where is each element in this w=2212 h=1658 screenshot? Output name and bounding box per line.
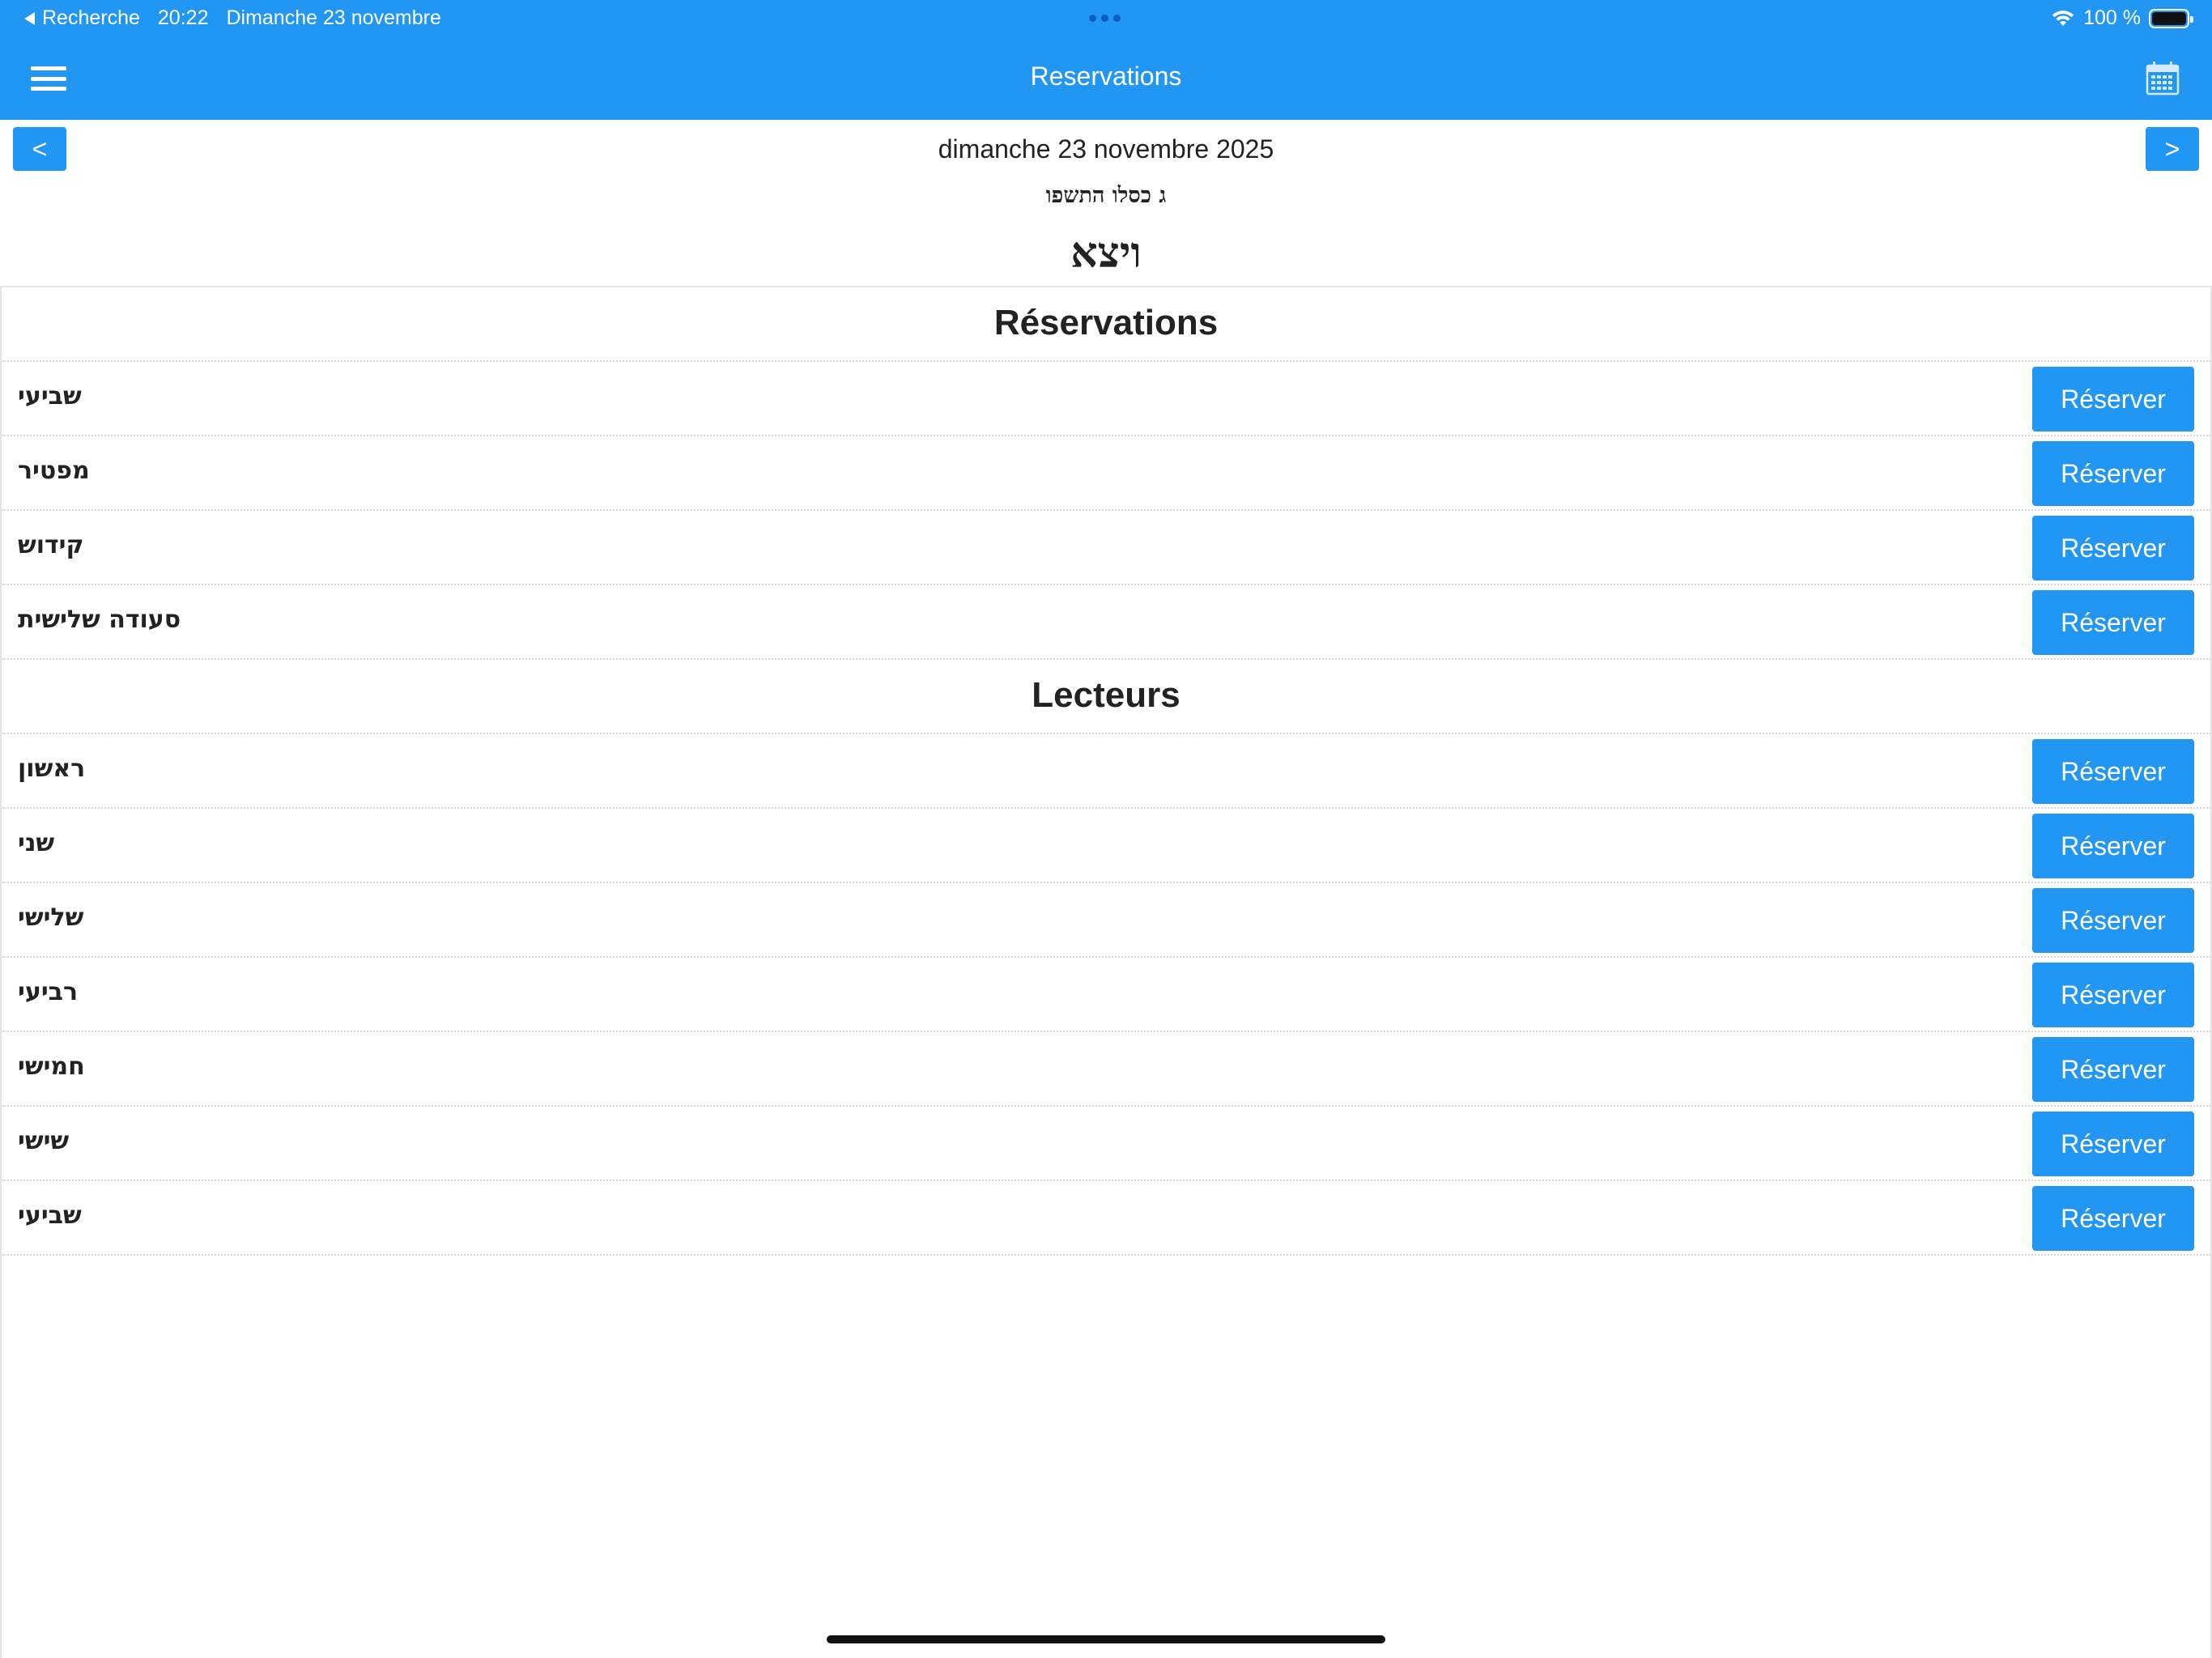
reserve-button[interactable]: Réserver — [2032, 1112, 2194, 1176]
reservations-panel: Réservations שביעי Réserver מפטיר Réserv… — [0, 286, 2212, 1658]
app-header: Recherche 20:22 Dimanche 23 novembre 100… — [0, 0, 2212, 120]
reserve-button[interactable]: Réserver — [2032, 516, 2194, 580]
list-item: רביעי Réserver — [2, 958, 2210, 1032]
list-item: שביעי Réserver — [2, 1181, 2210, 1256]
gregorian-date: dimanche 23 novembre 2025 — [938, 134, 1274, 164]
list-item: סעודה שלישית Réserver — [2, 585, 2210, 660]
reserve-button[interactable]: Réserver — [2032, 888, 2194, 953]
list-item: שביעי Réserver — [2, 362, 2210, 436]
item-label: שביעי — [18, 1201, 82, 1230]
battery-percent: 100 % — [2083, 6, 2141, 29]
item-label: שני — [18, 829, 55, 857]
reserve-button[interactable]: Réserver — [2032, 814, 2194, 878]
wifi-icon — [2052, 10, 2074, 26]
list-item: שלישי Réserver — [2, 883, 2210, 958]
section-title-lecteurs: Lecteurs — [2, 660, 2210, 734]
back-triangle-icon — [24, 11, 35, 25]
status-right: 100 % — [2051, 6, 2193, 30]
list-item: מפטיר Réserver — [2, 436, 2210, 511]
status-time: 20:22 — [157, 6, 209, 29]
item-label: סעודה שלישית — [18, 606, 181, 634]
item-label: מפטיר — [18, 457, 90, 485]
status-left: Recherche 20:22 Dimanche 23 novembre — [24, 6, 441, 30]
parasha-title: ויצא — [1070, 228, 1142, 278]
status-bar: Recherche 20:22 Dimanche 23 novembre 100… — [0, 0, 2212, 37]
item-label: שלישי — [18, 903, 84, 932]
battery-icon — [2149, 8, 2193, 28]
reserve-button[interactable]: Réserver — [2032, 739, 2194, 804]
page-title: Reservations — [1030, 62, 1182, 91]
reserve-button[interactable]: Réserver — [2032, 367, 2194, 432]
list-item: חמישי Réserver — [2, 1032, 2210, 1107]
section-title-reservations: Réservations — [2, 287, 2210, 362]
multitasking-dots-icon[interactable] — [1089, 15, 1121, 22]
back-app-label: Recherche — [42, 6, 140, 29]
nav-bar: Reservations — [0, 37, 2212, 120]
reserve-button[interactable]: Réserver — [2032, 590, 2194, 655]
list-item: ראשון Réserver — [2, 734, 2210, 809]
reserve-button[interactable]: Réserver — [2032, 441, 2194, 506]
item-label: רביעי — [18, 978, 79, 1006]
calendar-icon[interactable] — [2146, 60, 2180, 96]
back-to-app[interactable]: Recherche — [24, 6, 140, 30]
status-date: Dimanche 23 novembre — [226, 6, 441, 29]
item-label: שישי — [18, 1127, 70, 1155]
item-label: חמישי — [18, 1052, 85, 1081]
item-label: שביעי — [18, 382, 82, 410]
reserve-button[interactable]: Réserver — [2032, 1037, 2194, 1102]
reserve-button[interactable]: Réserver — [2032, 963, 2194, 1027]
reserve-button[interactable]: Réserver — [2032, 1186, 2194, 1251]
hebrew-date: ג כסלו התשפו — [1045, 183, 1167, 208]
home-indicator[interactable] — [827, 1635, 1385, 1643]
list-item: שני Réserver — [2, 809, 2210, 883]
item-label: ראשון — [18, 755, 86, 783]
list-item: שישי Réserver — [2, 1107, 2210, 1181]
list-item: קידוש Réserver — [2, 511, 2210, 585]
item-label: קידוש — [18, 531, 84, 559]
